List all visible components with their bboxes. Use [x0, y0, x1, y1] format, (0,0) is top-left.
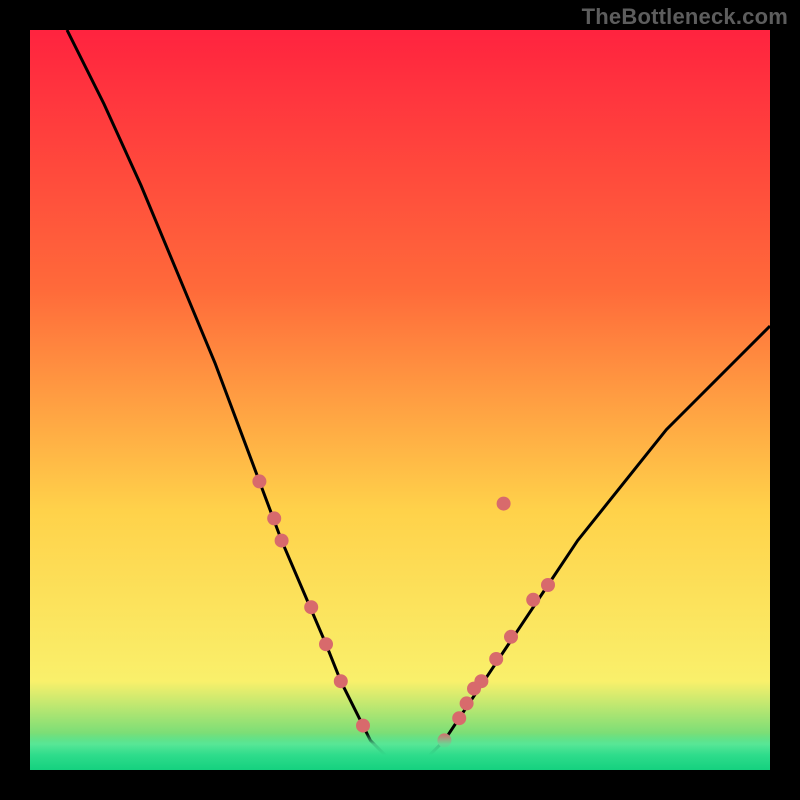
curve-dot [319, 637, 333, 651]
curve-dot [267, 511, 281, 525]
chart-stage: TheBottleneck.com [0, 0, 800, 800]
bottleneck-chart [30, 30, 770, 770]
curve-dot [474, 674, 488, 688]
watermark-text: TheBottleneck.com [582, 4, 788, 30]
curve-dot [460, 696, 474, 710]
curve-dot [334, 674, 348, 688]
curve-dot [356, 719, 370, 733]
curve-dot [304, 600, 318, 614]
curve-dot [489, 652, 503, 666]
curve-dot [526, 593, 540, 607]
gradient-background [30, 30, 770, 770]
curve-dot [452, 711, 466, 725]
curve-dot [252, 474, 266, 488]
curve-dot [275, 534, 289, 548]
plot-frame [30, 30, 770, 770]
green-bottom-band [30, 733, 770, 770]
curve-dot [504, 630, 518, 644]
curve-dot [497, 497, 511, 511]
curve-dot [541, 578, 555, 592]
